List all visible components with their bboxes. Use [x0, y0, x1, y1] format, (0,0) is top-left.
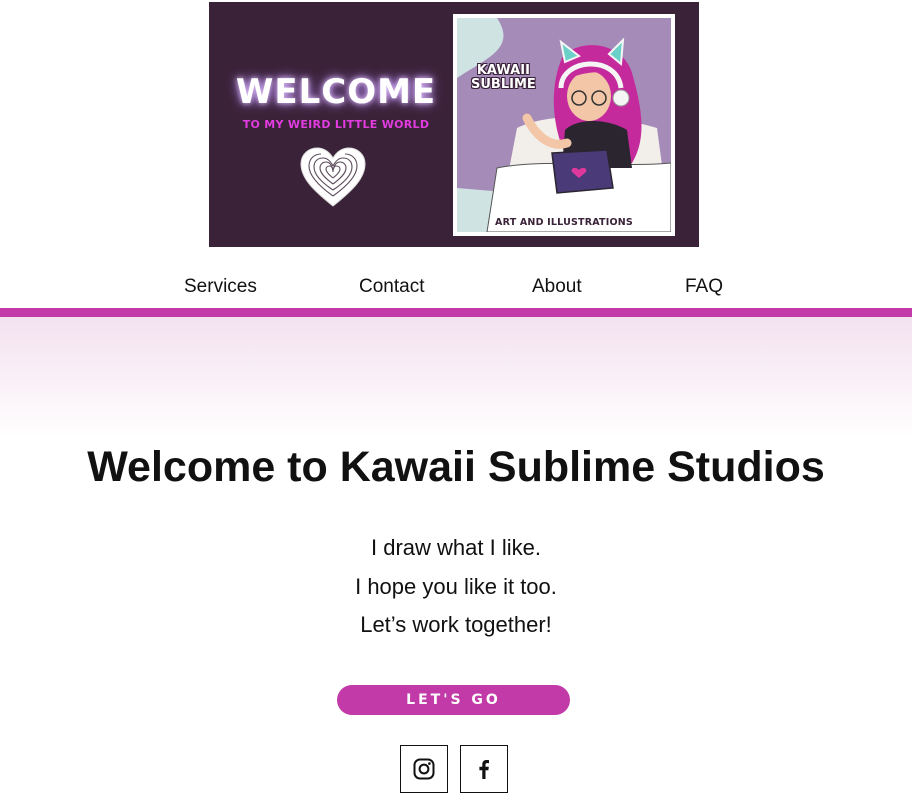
lets-go-button[interactable]: LET'S GO	[337, 685, 570, 715]
banner-subtitle: TO MY WEIRD LITTLE WORLD	[242, 118, 430, 131]
brand-illustration-card: KAWAII SUBLIME ART AND ILLUSTRATIONS	[453, 14, 675, 236]
nav-item-services[interactable]: Services	[184, 276, 257, 298]
instagram-icon	[413, 758, 435, 780]
facebook-icon	[479, 760, 489, 779]
facebook-link[interactable]	[460, 745, 508, 793]
nav-item-faq[interactable]: FAQ	[685, 276, 723, 298]
instagram-link[interactable]	[400, 745, 448, 793]
gradient-band	[0, 317, 912, 437]
artist-illustration: KAWAII SUBLIME ART AND ILLUSTRATIONS	[457, 18, 671, 232]
artist-drawing-image	[457, 18, 671, 232]
art-brand-line2: SUBLIME	[471, 77, 536, 92]
tagline-line-1: I draw what I like.	[371, 535, 541, 560]
nav-item-contact[interactable]: Contact	[359, 276, 424, 298]
banner-welcome-text: WELCOME	[235, 72, 437, 112]
art-caption: ART AND ILLUSTRATIONS	[495, 217, 633, 228]
art-brand-label: KAWAII SUBLIME	[471, 64, 536, 92]
tagline-line-2: I hope you like it too.	[355, 574, 557, 599]
nav-item-about[interactable]: About	[532, 276, 582, 298]
page-title: Welcome to Kawaii Sublime Studios	[87, 443, 825, 491]
main-nav: Services Contact About FAQ	[0, 276, 912, 302]
fingerprint-heart-icon	[300, 147, 366, 207]
art-brand-line1: KAWAII	[476, 63, 530, 78]
nav-divider-bar	[0, 308, 912, 317]
header-banner: WELCOME TO MY WEIRD LITTLE WORLD KAWAII …	[209, 2, 699, 247]
tagline-line-3: Let’s work together!	[360, 612, 552, 637]
